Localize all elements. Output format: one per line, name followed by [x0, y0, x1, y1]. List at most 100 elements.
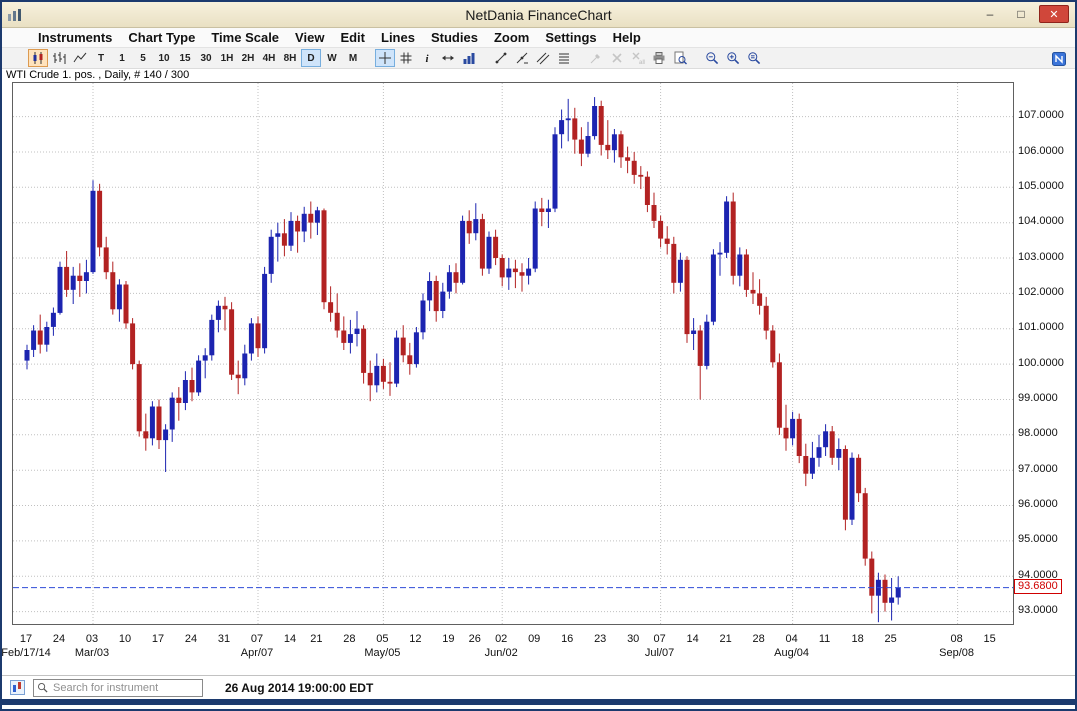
menu-item-settings[interactable]: Settings [537, 28, 604, 47]
menu-item-chart-type[interactable]: Chart Type [120, 28, 203, 47]
x-axis-day-label: 14 [284, 633, 296, 645]
crosshair-tool[interactable] [375, 49, 395, 67]
chart-type-line[interactable] [70, 49, 90, 67]
interval-monthly[interactable]: M [343, 49, 363, 67]
interval-5min[interactable]: 5 [133, 49, 153, 67]
time-scale[interactable]: 17Feb/17/142403Mar/031017243107Apr/07142… [2, 625, 1016, 669]
x-axis-month-label: Apr/07 [241, 647, 273, 659]
x-axis-day-label: 24 [53, 633, 65, 645]
x-axis-day-label: 04 [785, 633, 797, 645]
zoom-reset[interactable] [744, 49, 764, 67]
interval-8hour[interactable]: 8H [280, 49, 300, 67]
delete-all-lines: all [628, 49, 648, 67]
scroll-chart-tool[interactable] [438, 49, 458, 67]
interval-4hour[interactable]: 4H [259, 49, 279, 67]
x-axis-day-label: 21 [310, 633, 322, 645]
chart-type-bars[interactable] [49, 49, 69, 67]
netdania-link[interactable] [1049, 50, 1069, 68]
maximize-button[interactable]: □ [1008, 5, 1034, 23]
y-axis-label: 100.0000 [1018, 357, 1064, 369]
print-preview[interactable] [670, 49, 690, 67]
x-axis-month-label: Feb/17/14 [1, 647, 51, 659]
volume-toggle[interactable] [459, 49, 479, 67]
minimize-button[interactable]: – [977, 5, 1003, 23]
x-axis-day-label: 31 [218, 633, 230, 645]
interval-weekly[interactable]: W [322, 49, 342, 67]
search-box[interactable] [33, 679, 203, 697]
fibonacci-tool[interactable] [554, 49, 574, 67]
x-axis-day-label: 07 [653, 633, 665, 645]
trend-line-tool[interactable] [491, 49, 511, 67]
ray-line-tool[interactable] [512, 49, 532, 67]
window-controls: – □ ✕ [977, 5, 1069, 23]
y-axis-label: 104.0000 [1018, 215, 1064, 227]
menu-item-instruments[interactable]: Instruments [30, 28, 120, 47]
menu-item-zoom[interactable]: Zoom [486, 28, 537, 47]
candlestick-chart[interactable] [13, 83, 1013, 624]
x-axis-day-label: 23 [594, 633, 606, 645]
svg-text:i: i [425, 53, 429, 65]
x-axis-day-label: 08 [950, 633, 962, 645]
y-axis-label: 99.0000 [1018, 392, 1058, 404]
info-tool[interactable]: i [417, 49, 437, 67]
y-axis-label: 102.0000 [1018, 286, 1064, 298]
interval-1hour[interactable]: 1H [217, 49, 237, 67]
x-axis-day-label: 09 [528, 633, 540, 645]
x-axis-day-label: 11 [819, 633, 830, 645]
x-axis-day-label: 16 [561, 633, 573, 645]
app-icon [7, 8, 23, 22]
y-axis-label: 95.0000 [1018, 533, 1058, 545]
x-axis-day-label: 24 [185, 633, 197, 645]
x-axis-month-label: Jul/07 [645, 647, 674, 659]
netdania-status-icon [10, 680, 25, 695]
y-axis-label: 98.0000 [1018, 427, 1058, 439]
edit-lines [586, 49, 606, 67]
channel-tool[interactable] [533, 49, 553, 67]
svg-text:all: all [639, 60, 645, 65]
toolbar: T151015301H2H4H8HDWMiall [2, 48, 1075, 69]
delete-line [607, 49, 627, 67]
y-axis-label: 106.0000 [1018, 145, 1064, 157]
x-axis-day-label: 02 [495, 633, 507, 645]
chart-plot[interactable] [12, 82, 1014, 625]
chart-instrument-label: WTI Crude 1. pos. , Daily, # 140 / 300 [6, 69, 189, 81]
grid-toggle[interactable] [396, 49, 416, 67]
status-timestamp: 26 Aug 2014 19:00:00 EDT [225, 681, 373, 695]
menu-item-time-scale[interactable]: Time Scale [203, 28, 287, 47]
x-axis-day-label: 12 [409, 633, 421, 645]
toolbar-separator [364, 58, 375, 59]
menu-item-lines[interactable]: Lines [373, 28, 423, 47]
menu-item-view[interactable]: View [287, 28, 332, 47]
interval-daily[interactable]: D [301, 49, 321, 67]
x-axis-day-label: 05 [376, 633, 388, 645]
interval-1min[interactable]: 1 [112, 49, 132, 67]
menu-bar: InstrumentsChart TypeTime ScaleViewEditL… [2, 28, 1075, 48]
interval-2hour[interactable]: 2H [238, 49, 258, 67]
x-axis-day-label: 30 [627, 633, 639, 645]
x-axis-day-label: 28 [752, 633, 764, 645]
menu-item-studies[interactable]: Studies [423, 28, 486, 47]
x-axis-month-label: Jun/02 [485, 647, 518, 659]
title-bar[interactable]: NetDania FinanceChart – □ ✕ [2, 2, 1075, 28]
chart-type-candlestick[interactable] [28, 49, 48, 67]
search-input[interactable] [51, 681, 199, 695]
interval-30min[interactable]: 30 [196, 49, 216, 67]
y-axis-label: 93.0000 [1018, 604, 1058, 616]
interval-tick[interactable]: T [91, 49, 111, 67]
toolbar-separator [691, 58, 702, 59]
status-bar: 26 Aug 2014 19:00:00 EDT [2, 675, 1075, 699]
zoom-in[interactable] [723, 49, 743, 67]
close-button[interactable]: ✕ [1039, 5, 1069, 23]
toolbar-separator [480, 58, 491, 59]
interval-15min[interactable]: 15 [175, 49, 195, 67]
toolbar-separator [575, 58, 586, 59]
window-title: NetDania FinanceChart [465, 7, 611, 23]
interval-10min[interactable]: 10 [154, 49, 174, 67]
x-axis-day-label: 25 [884, 633, 896, 645]
menu-item-help[interactable]: Help [605, 28, 649, 47]
zoom-out[interactable] [702, 49, 722, 67]
menu-item-edit[interactable]: Edit [332, 28, 373, 47]
current-price-label: 93.6800 [1014, 579, 1062, 594]
toolbar-right [1049, 50, 1070, 68]
print[interactable] [649, 49, 669, 67]
